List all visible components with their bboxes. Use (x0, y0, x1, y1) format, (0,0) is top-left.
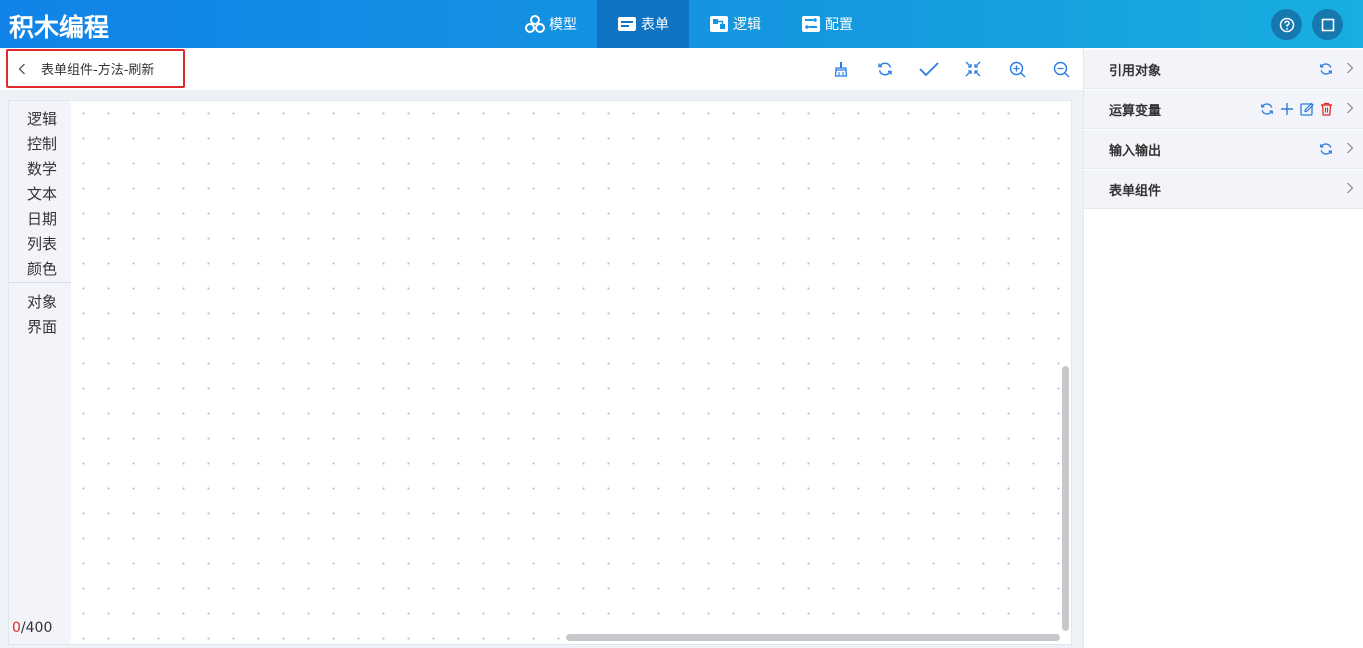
back-button[interactable] (10, 63, 34, 75)
tab-logic[interactable]: 逻辑 (689, 0, 781, 48)
fullscreen-icon (1321, 18, 1334, 31)
refresh-icon[interactable] (1319, 62, 1333, 76)
form-icon (618, 17, 636, 31)
chevron-right-icon (1347, 62, 1354, 74)
cubes-icon (525, 15, 545, 33)
zoom-out-button[interactable] (1039, 48, 1083, 90)
refresh-button[interactable] (863, 48, 907, 90)
tab-config[interactable]: 配置 (781, 0, 873, 48)
category-color[interactable]: 颜色 (27, 258, 57, 279)
app-logo: 积木编程 (9, 13, 110, 42)
category-ui[interactable]: 界面 (27, 316, 57, 337)
tab-config-label: 配置 (825, 17, 853, 33)
tab-form-label: 表单 (641, 17, 669, 33)
zoom-in-icon (1009, 61, 1025, 77)
collapse-icon (965, 61, 981, 77)
horizontal-scrollbar[interactable] (566, 634, 1060, 641)
category-object[interactable]: 对象 (27, 291, 57, 312)
category-control[interactable]: 控制 (27, 133, 57, 154)
section-actions (1260, 102, 1333, 116)
clean-button[interactable] (819, 48, 863, 90)
help-icon (1279, 17, 1294, 32)
category-logic[interactable]: 逻辑 (27, 108, 57, 129)
help-button[interactable] (1271, 9, 1302, 40)
refresh-icon[interactable] (1260, 102, 1274, 116)
block-category-panel: 逻辑 控制 数学 文本 日期 列表 颜色 对象 界面 0/400 (9, 101, 71, 644)
tab-model-label: 模型 (549, 17, 577, 33)
refresh-icon (878, 62, 892, 76)
top-bar: 积木编程 模型 表单 逻辑 配置 (0, 0, 1363, 48)
blockly-workspace: 逻辑 控制 数学 文本 日期 列表 颜色 对象 界面 0/400 (8, 100, 1072, 645)
config-icon (802, 16, 820, 32)
workspace-canvas[interactable] (71, 101, 1071, 644)
right-panel: 引用对象 运算变量 输入输出 表单组件 (1083, 48, 1363, 648)
fullscreen-button[interactable] (1312, 9, 1343, 40)
chevron-left-icon (18, 63, 25, 74)
section-form-components[interactable]: 表单组件 (1084, 170, 1363, 209)
section-label: 引用对象 (1109, 63, 1162, 79)
chevron-right-icon (1347, 142, 1354, 154)
block-counter: 0/400 (12, 620, 52, 636)
category-list[interactable]: 列表 (27, 233, 57, 254)
page-title: 表单组件-方法-刷新 (41, 63, 155, 78)
tab-logic-label: 逻辑 (733, 17, 761, 33)
zoom-in-button[interactable] (995, 48, 1039, 90)
breadcrumb: 表单组件-方法-刷新 (6, 49, 185, 88)
section-input-output[interactable]: 输入输出 (1084, 130, 1363, 169)
check-icon (919, 62, 939, 77)
trash-icon[interactable] (1320, 102, 1333, 116)
category-date[interactable]: 日期 (27, 208, 57, 229)
vertical-scrollbar[interactable] (1062, 366, 1069, 631)
block-count-max: /400 (20, 620, 53, 636)
section-actions (1319, 142, 1333, 156)
block-count-current: 0 (12, 620, 21, 636)
chevron-right-icon (1347, 102, 1354, 114)
collapse-button[interactable] (951, 48, 995, 90)
section-label: 运算变量 (1109, 103, 1162, 119)
logic-icon (710, 16, 728, 32)
tab-form[interactable]: 表单 (597, 0, 689, 48)
zoom-out-icon (1053, 61, 1069, 77)
editor-toolbar: 表单组件-方法-刷新 (0, 48, 1083, 90)
category-divider (9, 282, 71, 283)
category-text[interactable]: 文本 (27, 183, 57, 204)
category-math[interactable]: 数学 (27, 158, 57, 179)
main-nav: 模型 表单 逻辑 配置 (505, 0, 873, 48)
section-label: 输入输出 (1109, 143, 1162, 159)
tab-model[interactable]: 模型 (505, 0, 597, 48)
toolbar-tools (819, 48, 1083, 90)
broom-icon (834, 62, 848, 77)
chevron-right-icon (1347, 182, 1354, 194)
refresh-icon[interactable] (1319, 142, 1333, 156)
edit-icon[interactable] (1300, 102, 1314, 116)
confirm-button[interactable] (907, 48, 951, 90)
section-variables[interactable]: 运算变量 (1084, 90, 1363, 129)
section-actions (1319, 62, 1333, 76)
section-referenced-objects[interactable]: 引用对象 (1084, 50, 1363, 89)
plus-icon[interactable] (1280, 102, 1294, 116)
section-label: 表单组件 (1109, 183, 1162, 199)
